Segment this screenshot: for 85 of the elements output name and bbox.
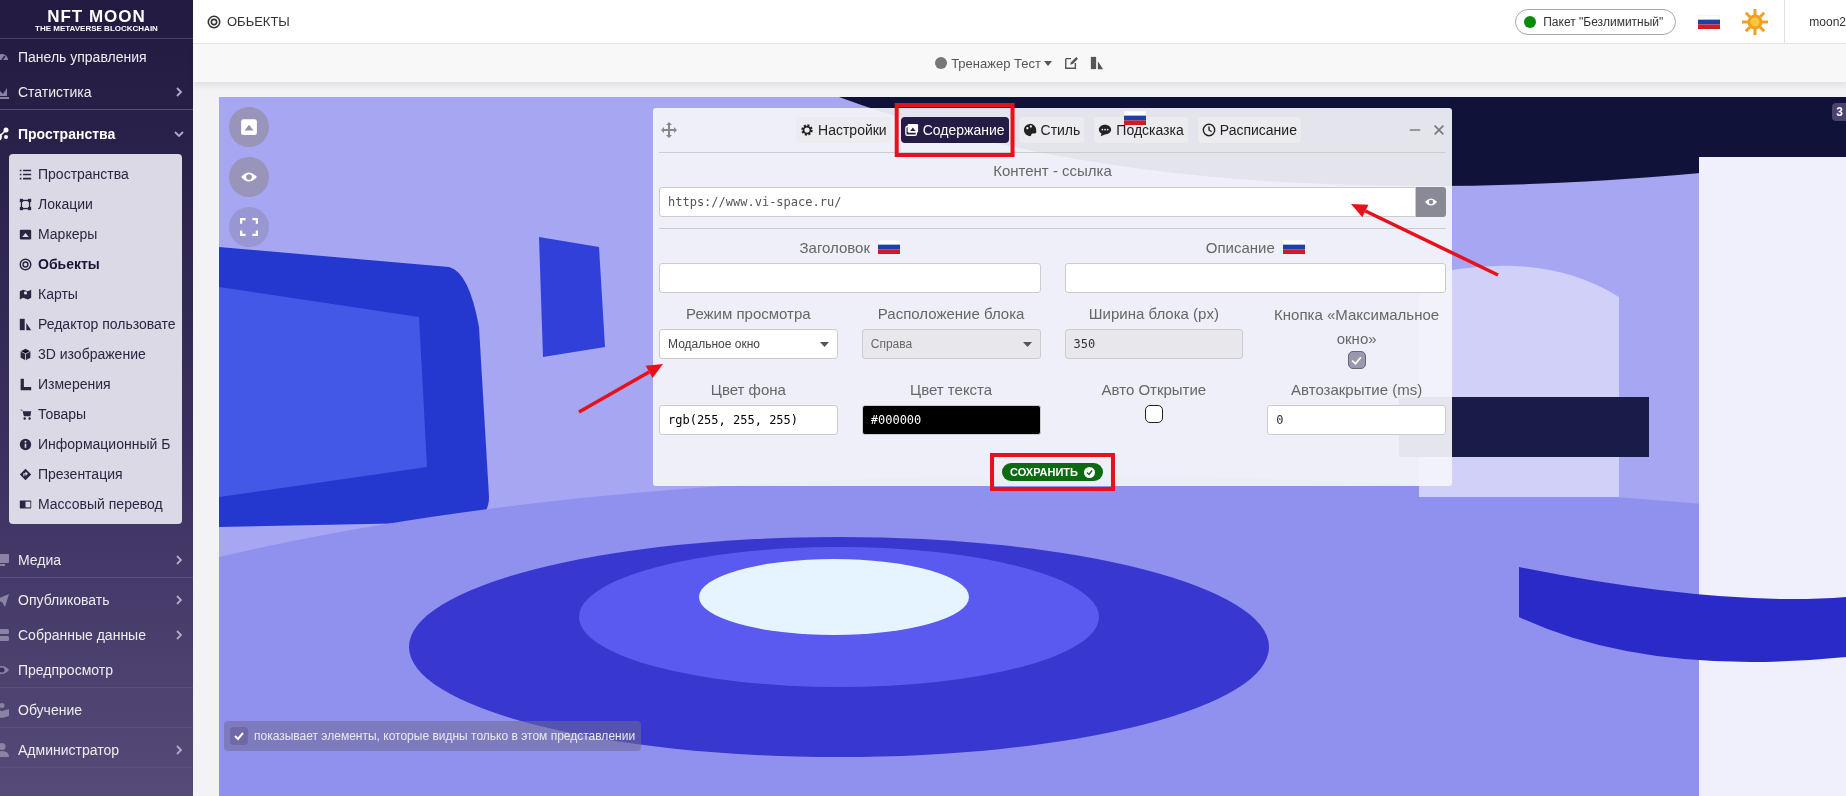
submenu-item[interactable]: Обьекты xyxy=(9,249,176,279)
clock-icon xyxy=(1201,123,1216,137)
flag-icon xyxy=(1124,111,1146,125)
save-button[interactable]: СОХРАНИТЬ xyxy=(1002,463,1103,481)
images-icon xyxy=(904,123,919,137)
fullscreen-icon xyxy=(240,218,258,236)
dropdown[interactable]: Модальное окно xyxy=(659,329,838,359)
count-badge: 3 xyxy=(1832,103,1846,121)
field-label: Контент - ссылка xyxy=(992,161,1113,181)
check-circle-icon xyxy=(1083,466,1095,478)
url-field[interactable]: https://www.vi-space.ru/ xyxy=(659,187,1416,217)
list-icon xyxy=(19,167,32,181)
user-name[interactable]: moon2 xyxy=(1809,14,1846,29)
sidebar-item[interactable]: Опубликовать xyxy=(0,582,193,617)
field-label: Кнопка «Максимальное окно» xyxy=(1273,305,1441,349)
edit-icon[interactable] xyxy=(1063,56,1078,70)
color-field[interactable]: rgb(255, 255, 255) xyxy=(659,405,838,435)
target-icon xyxy=(207,14,221,29)
move-icon[interactable] xyxy=(661,122,677,138)
gear-icon xyxy=(800,123,815,137)
sidebar-item[interactable]: Пространства xyxy=(0,114,193,154)
tab[interactable]: Содержание xyxy=(900,117,1009,143)
check-icon xyxy=(234,731,244,741)
flag-icon xyxy=(878,240,900,254)
flag-icon xyxy=(1282,240,1305,254)
submenu-item[interactable]: Карты xyxy=(9,279,176,309)
field-label: Расположение блока xyxy=(877,304,1025,322)
editor-icon[interactable] xyxy=(1089,56,1104,70)
sidebar-item[interactable]: Панель управления xyxy=(0,39,193,74)
speech-bubble-icon xyxy=(1098,123,1113,137)
hint-text: показывает элементы, которые видны только в этом представлении xyxy=(254,729,636,743)
tab[interactable]: Расписание xyxy=(1197,117,1301,143)
field-label: Авто Открытие xyxy=(1101,380,1207,398)
page-title: ОБЬЕКТЫ xyxy=(227,14,290,29)
field-label: Описание xyxy=(1205,238,1275,256)
tab[interactable]: Стиль xyxy=(1018,117,1085,143)
caret-icon xyxy=(819,341,829,347)
submenu-item[interactable]: Редактор пользовате xyxy=(9,309,176,339)
submenu-item[interactable]: Пространства xyxy=(9,159,176,189)
submenu-item[interactable]: Массовый перевод xyxy=(9,489,176,519)
color-field[interactable]: #000000 xyxy=(861,405,1041,435)
language-icon xyxy=(19,497,32,511)
submenu-item[interactable]: Информационный Б xyxy=(9,429,176,459)
caret-icon xyxy=(1043,60,1052,66)
diamond-arrow-icon xyxy=(19,467,32,481)
field-label: Цвет текста xyxy=(910,380,993,398)
palette-icon xyxy=(1022,123,1037,137)
tab[interactable]: Подсказка xyxy=(1094,117,1188,143)
editor-icon xyxy=(19,317,32,331)
ruler-icon xyxy=(19,377,32,391)
map-icon xyxy=(19,287,32,301)
close-icon[interactable] xyxy=(1432,123,1446,137)
target-icon xyxy=(19,257,32,271)
field-label: Ширина блока (px) xyxy=(1088,304,1219,322)
space-selector[interactable]: Тренажер Тест xyxy=(935,55,1052,71)
field-label: Режим просмотра xyxy=(686,304,811,322)
sidebar-item[interactable]: Собранные данные xyxy=(0,617,193,652)
text-field[interactable] xyxy=(659,263,1041,293)
submenu-item[interactable]: 3D изображение xyxy=(9,339,176,369)
field-label: Заголовок xyxy=(799,238,870,256)
submenu-item[interactable]: Локации xyxy=(9,189,176,219)
field-label: Автозакрытие (ms) xyxy=(1291,380,1423,398)
frame-icon xyxy=(19,197,32,211)
fullscreen-button[interactable] xyxy=(229,207,269,247)
tab[interactable]: Настройки xyxy=(796,117,891,143)
logo-title: NFT MOON xyxy=(47,8,146,25)
submenu-item[interactable]: Товары xyxy=(9,399,176,429)
image-icon xyxy=(19,227,32,241)
cube-icon xyxy=(19,347,32,361)
input-field[interactable]: 0 xyxy=(1267,405,1446,435)
submenu-item[interactable]: Измерения xyxy=(9,369,176,399)
text-field[interactable] xyxy=(1064,263,1446,293)
image-icon xyxy=(240,118,258,136)
submenu-item[interactable]: Маркеры xyxy=(9,219,176,249)
checkbox[interactable] xyxy=(230,727,248,745)
info-icon xyxy=(19,437,32,451)
caret-icon xyxy=(1022,341,1032,347)
flag-icon[interactable] xyxy=(1698,14,1721,29)
sun-icon[interactable] xyxy=(1742,8,1769,35)
check-icon xyxy=(1351,354,1363,366)
logo-subtitle: THE METAVERSE BLOCKCHAIN xyxy=(35,25,158,32)
checkbox[interactable] xyxy=(1144,405,1163,423)
submenu-item[interactable]: Презентация xyxy=(9,459,176,489)
preview-button[interactable] xyxy=(1416,187,1446,217)
field-label: Цвет фона xyxy=(710,380,786,398)
